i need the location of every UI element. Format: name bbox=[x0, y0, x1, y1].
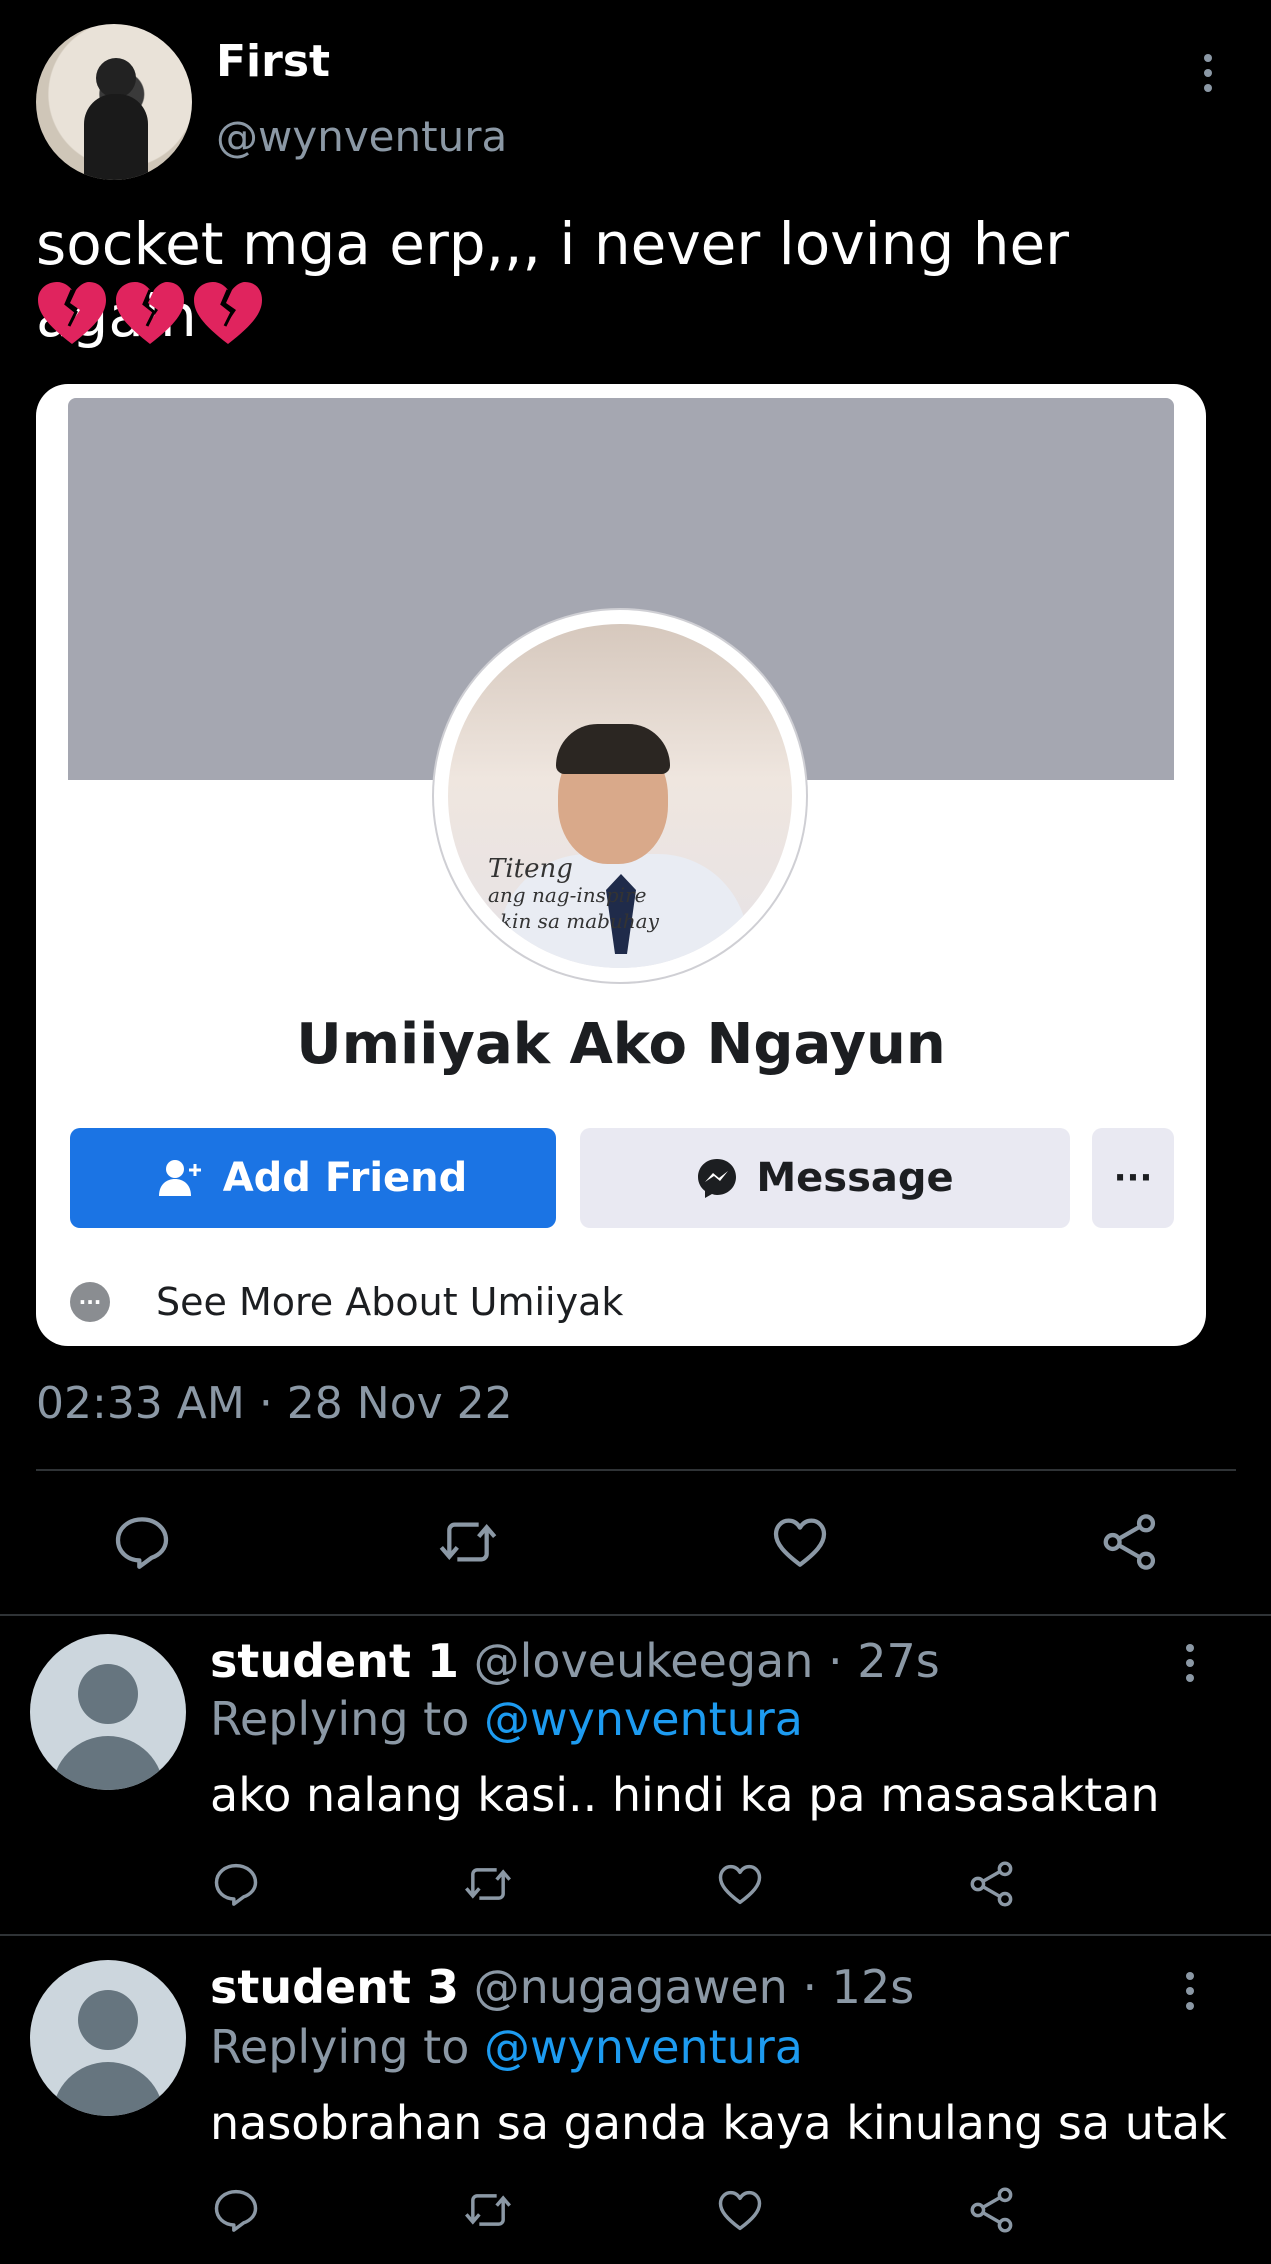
tweet-emojis bbox=[36, 280, 264, 346]
reply-more-icon[interactable] bbox=[1178, 1644, 1202, 1682]
broken-heart-icon bbox=[38, 282, 106, 344]
message-label: Message bbox=[756, 1155, 954, 1201]
photo-caption: Titeng ang nag-inspire akin sa mabuhay bbox=[488, 854, 659, 933]
replying-to-line: Replying to @wynventura bbox=[210, 1692, 803, 1746]
share-icon[interactable] bbox=[966, 1858, 1018, 1910]
share-icon[interactable] bbox=[1098, 1510, 1162, 1574]
reply-text: ako nalang kasi.. hindi ka pa masasaktan bbox=[210, 1768, 1160, 1822]
divider bbox=[36, 1469, 1236, 1471]
tweet-timestamp: 02:33 AM · 28 Nov 22 bbox=[36, 1378, 513, 1429]
like-icon[interactable] bbox=[714, 1858, 766, 1910]
reply-text: nasobrahan sa ganda kaya kinulang sa uta… bbox=[210, 2096, 1227, 2150]
profile-name: Umiiyak Ako Ngayun bbox=[296, 1012, 946, 1077]
reply-more-icon[interactable] bbox=[1178, 1972, 1202, 2010]
message-button[interactable]: Message bbox=[580, 1128, 1070, 1228]
author-display-name[interactable]: First bbox=[216, 36, 330, 87]
profile-more-button[interactable]: ··· bbox=[1092, 1128, 1174, 1228]
messenger-icon bbox=[698, 1159, 737, 1198]
reply-header: student 1 @loveukeegan · 27s bbox=[210, 1634, 940, 1688]
reply-icon[interactable] bbox=[110, 1510, 174, 1574]
retweet-icon[interactable] bbox=[436, 1510, 500, 1574]
add-friend-label: Add Friend bbox=[222, 1155, 468, 1201]
embedded-image-card[interactable]: Titeng ang nag-inspire akin sa mabuhay U… bbox=[36, 384, 1206, 1346]
profile-picture: Titeng ang nag-inspire akin sa mabuhay bbox=[434, 610, 806, 982]
reply-time: · 27s bbox=[828, 1634, 940, 1688]
reply-author-name[interactable]: student 1 bbox=[210, 1634, 459, 1688]
mention-link[interactable]: @wynventura bbox=[484, 1692, 803, 1746]
reply-header: student 3 @nugagawen · 12s bbox=[210, 1960, 914, 2014]
like-icon[interactable] bbox=[714, 2184, 766, 2236]
divider bbox=[0, 1614, 1271, 1616]
mention-link[interactable]: @wynventura bbox=[484, 2020, 803, 2074]
see-more-about-row[interactable]: ··· See More About Umiiyak bbox=[70, 1280, 623, 1324]
broken-heart-icon bbox=[194, 282, 262, 344]
divider bbox=[0, 1934, 1271, 1936]
reply-time: · 12s bbox=[802, 1960, 915, 2014]
broken-heart-icon bbox=[116, 282, 184, 344]
see-more-label: See More About Umiiyak bbox=[156, 1280, 624, 1324]
reply-avatar[interactable] bbox=[30, 1634, 186, 1790]
share-icon[interactable] bbox=[966, 2184, 1018, 2236]
retweet-icon[interactable] bbox=[462, 2184, 514, 2236]
like-icon[interactable] bbox=[768, 1510, 832, 1574]
add-friend-button[interactable]: Add Friend bbox=[70, 1128, 556, 1228]
reply-avatar[interactable] bbox=[30, 1960, 186, 2116]
replying-to-line: Replying to @wynventura bbox=[210, 2020, 803, 2074]
reply-author-handle[interactable]: @nugagawen bbox=[474, 1960, 788, 2014]
reply-author-handle[interactable]: @loveukeegan bbox=[474, 1634, 814, 1688]
reply-icon[interactable] bbox=[210, 1858, 262, 1910]
author-avatar[interactable] bbox=[36, 24, 192, 180]
retweet-icon[interactable] bbox=[462, 1858, 514, 1910]
add-person-icon bbox=[158, 1160, 201, 1196]
ellipsis-icon: ··· bbox=[70, 1282, 110, 1322]
author-handle[interactable]: @wynventura bbox=[216, 112, 507, 161]
reply-author-name[interactable]: student 3 bbox=[210, 1960, 459, 2014]
tweet-more-icon[interactable] bbox=[1196, 54, 1220, 92]
reply-icon[interactable] bbox=[210, 2184, 262, 2236]
